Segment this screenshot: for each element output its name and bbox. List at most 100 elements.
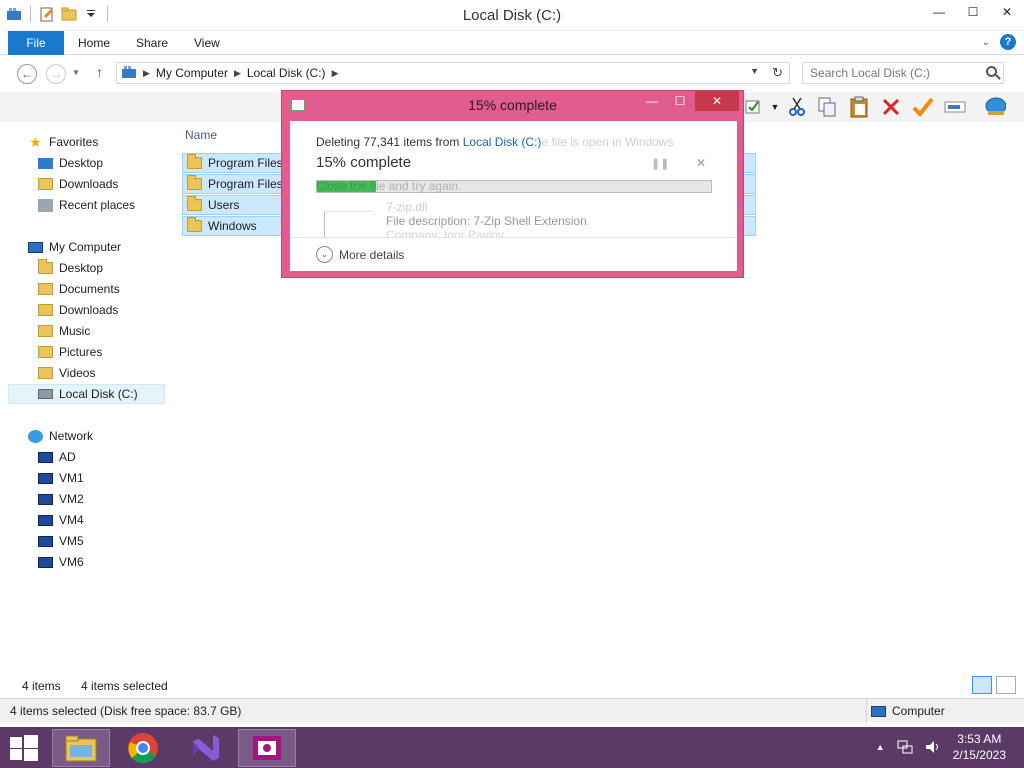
title-bar: Local Disk (C:) — ☐ ✕ [0, 0, 1024, 31]
search-icon[interactable] [986, 66, 997, 77]
address-dropdown-icon[interactable]: ▼ [750, 66, 759, 76]
address-bar[interactable]: ▶ My Computer ▶ Local Disk (C:) ▶ ▼ ↻ [116, 62, 790, 84]
file-name: Program Files [208, 177, 283, 191]
network-icon [28, 429, 43, 443]
cancel-button[interactable]: ✕ [696, 156, 706, 170]
pause-button[interactable]: ❚❚ [651, 157, 669, 170]
nav-item-label: Local Disk (C:) [59, 387, 138, 401]
nav-network-ad[interactable]: AD [38, 447, 76, 467]
properties-dropdown-icon[interactable]: ▼ [764, 96, 786, 118]
network-status-icon[interactable] [897, 740, 913, 754]
folder-icon [187, 196, 202, 211]
nav-favorites[interactable]: ★ Favorites [28, 132, 98, 152]
maximize-button[interactable]: ☐ [956, 0, 990, 24]
nav-favorites-downloads[interactable]: Downloads [38, 174, 118, 194]
delete-progress-dialog[interactable]: 15% complete — ☐ ✕ Deleting 77,341 items… [281, 90, 744, 278]
dialog-close-button[interactable]: ✕ [695, 91, 739, 111]
nav-computer-music[interactable]: Music [38, 321, 90, 341]
rename-icon[interactable] [944, 96, 966, 118]
help-icon[interactable]: ? [1000, 34, 1016, 50]
ghost-retry-text: Close the file and try again. [316, 179, 462, 193]
expand-ribbon-icon[interactable]: ⌄ [982, 37, 990, 48]
nav-item-label: Downloads [59, 177, 119, 191]
nav-item-label: Network [49, 429, 94, 443]
nav-network-vm5[interactable]: VM5 [38, 531, 84, 551]
more-details-button[interactable]: ⌄ More details [316, 246, 404, 263]
nav-computer-documents[interactable]: Documents [38, 279, 120, 299]
column-header-name[interactable]: Name [185, 128, 217, 142]
up-button[interactable]: ↑ [96, 64, 103, 80]
close-button[interactable]: ✕ [990, 0, 1024, 24]
nav-item-label: Documents [59, 282, 120, 296]
tab-home[interactable]: Home [78, 31, 110, 55]
checkmark-icon[interactable] [912, 96, 934, 118]
desktop-icon [38, 157, 53, 169]
network-globe-icon[interactable] [984, 96, 1006, 118]
nav-network[interactable]: Network [28, 426, 93, 446]
show-hidden-icons-icon[interactable]: ▲ [876, 742, 885, 752]
cut-icon[interactable] [786, 96, 808, 118]
dialog-maximize-button[interactable]: ☐ [667, 91, 693, 111]
properties-icon[interactable] [39, 6, 55, 22]
taskbar-chrome[interactable] [114, 729, 172, 767]
forward-button[interactable]: → [46, 64, 66, 84]
breadcrumb-chevron-icon[interactable]: ▶ [143, 68, 150, 79]
back-button[interactable]: ← [17, 64, 37, 84]
breadcrumb-chevron-icon[interactable]: ▶ [332, 68, 339, 79]
copy-icon[interactable] [816, 96, 838, 118]
explorer-app-icon[interactable] [6, 6, 22, 22]
nav-computer-downloads[interactable]: Downloads [38, 300, 118, 320]
tab-share[interactable]: Share [136, 31, 168, 55]
nav-network-vm6[interactable]: VM6 [38, 552, 84, 572]
large-icons-view-icon[interactable] [996, 676, 1016, 694]
volume-icon[interactable] [925, 740, 941, 754]
computer-icon [121, 65, 137, 82]
delete-icon[interactable] [880, 96, 902, 118]
folder-icon [187, 154, 202, 169]
nav-computer-pictures[interactable]: Pictures [38, 342, 102, 362]
more-details-label: More details [339, 247, 405, 262]
tab-file[interactable]: File [8, 31, 64, 55]
breadcrumb-local-disk[interactable]: Local Disk (C:) [247, 66, 326, 80]
dialog-minimize-button[interactable]: — [639, 91, 665, 111]
nav-item-label: Videos [59, 366, 96, 380]
minimize-button[interactable]: — [922, 0, 956, 24]
operation-description: Deleting 77,341 items from Local Disk (C… [316, 135, 674, 149]
details-view-icon[interactable] [972, 676, 992, 694]
search-input[interactable]: Search Local Disk (C:) [802, 62, 1004, 84]
breadcrumb-chevron-icon[interactable]: ▶ [234, 68, 241, 79]
nav-computer-desktop[interactable]: Desktop [38, 258, 103, 278]
taskbar-screenshot-tool[interactable] [238, 729, 296, 767]
nav-item-label: Desktop [59, 261, 104, 275]
start-button[interactable] [10, 735, 38, 761]
file-company: Company: Igor Pavlov [386, 228, 505, 237]
recent-locations-icon[interactable]: ▼ [72, 68, 80, 77]
nav-network-vm2[interactable]: VM2 [38, 489, 84, 509]
tab-view[interactable]: View [194, 31, 220, 55]
qat-separator [30, 6, 31, 22]
star-icon: ★ [29, 134, 42, 150]
nav-computer-local-disk[interactable]: Local Disk (C:) [8, 384, 165, 404]
visual-studio-icon [193, 735, 219, 761]
clock[interactable]: 3:53 AM 2/15/2023 [953, 731, 1006, 763]
customize-qat-icon[interactable] [83, 6, 99, 22]
nav-favorites-desktop[interactable]: Desktop [38, 153, 103, 173]
breadcrumb-my-computer[interactable]: My Computer [156, 66, 228, 80]
nav-my-computer[interactable]: My Computer [28, 237, 121, 257]
nav-network-vm1[interactable]: VM1 [38, 468, 84, 488]
nav-favorites-recent-places[interactable]: Recent places [38, 195, 135, 215]
new-folder-icon[interactable] [61, 6, 77, 22]
nav-network-vm4[interactable]: VM4 [38, 510, 84, 530]
taskbar-file-explorer[interactable] [52, 729, 110, 767]
nav-item-label: VM4 [59, 513, 84, 527]
operation-location-link[interactable]: Local Disk (C:) [463, 135, 542, 149]
nav-computer-videos[interactable]: Videos [38, 363, 95, 383]
taskbar-visual-studio[interactable] [176, 729, 234, 767]
paste-icon[interactable] [848, 96, 870, 118]
properties-icon[interactable] [742, 96, 764, 118]
refresh-icon[interactable]: ↻ [772, 65, 783, 81]
nav-item-label: Recent places [59, 198, 136, 212]
nav-item-label: Desktop [59, 156, 104, 170]
percent-complete: 15% complete [316, 154, 412, 171]
network-computer-icon [38, 535, 53, 547]
